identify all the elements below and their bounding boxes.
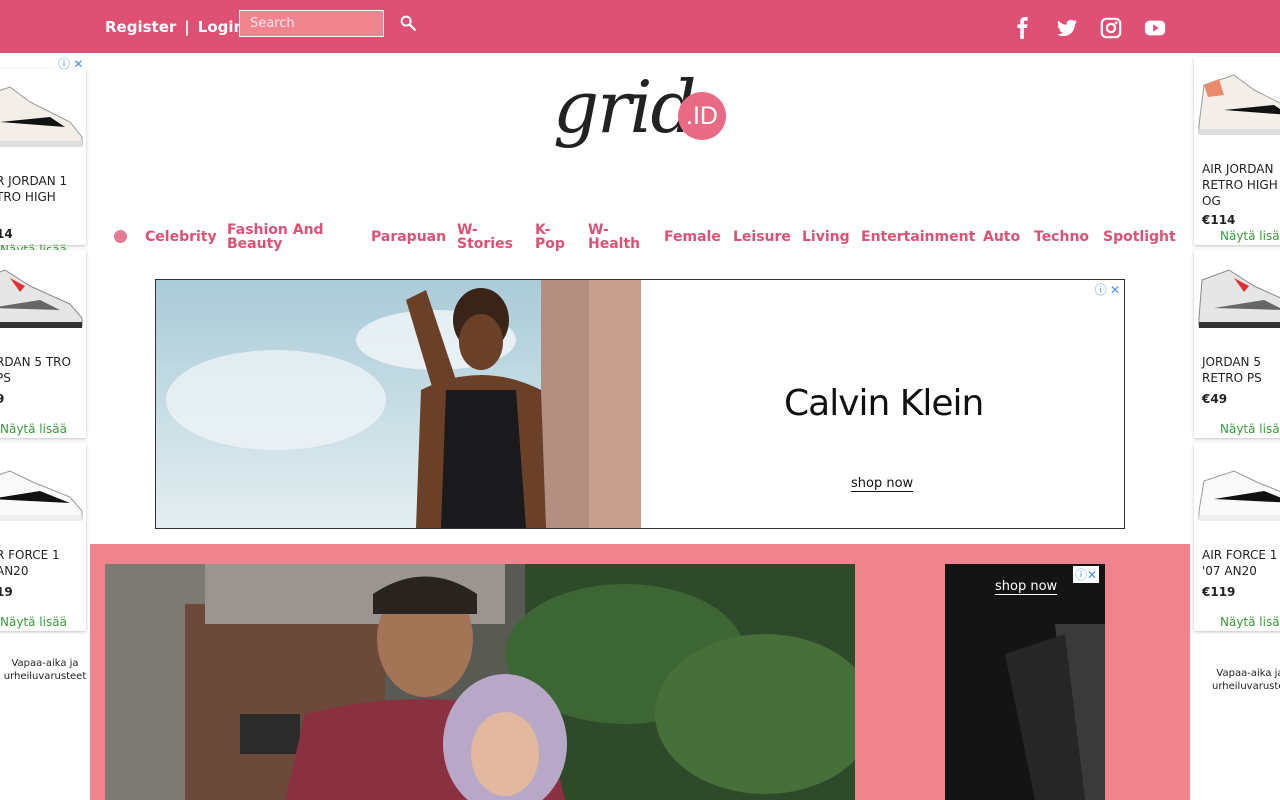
product-name: AIR FORCE 1 '07 AN20 <box>1202 548 1278 578</box>
product-name: RDAN 5 TRO PS <box>0 355 71 385</box>
nav-item-female[interactable]: Female <box>664 230 721 244</box>
product-card[interactable]: JORDAN 5 RETRO PS €49 Näytä lisää <box>1194 250 1280 438</box>
show-more-link[interactable]: Näytä lisää <box>0 422 67 436</box>
sneaker-image <box>0 86 83 147</box>
sneaker-image <box>1198 74 1280 135</box>
register-link[interactable]: Register <box>105 18 176 36</box>
twitter-icon[interactable] <box>1056 17 1078 39</box>
show-more-link[interactable]: Näytä lisää <box>1220 229 1280 243</box>
nav-item-techno[interactable]: Techno <box>1034 230 1089 244</box>
nav-item-w-stories[interactable]: W-Stories <box>457 223 513 251</box>
nav-item-fashion-and-beauty[interactable]: Fashion And Beauty <box>227 223 352 251</box>
youtube-icon[interactable] <box>1144 17 1166 39</box>
ad-photo <box>945 564 1105 800</box>
store-label: Vapaa-aika ja urheiluvarusteet <box>1212 668 1280 692</box>
product-price: 19 <box>0 585 13 599</box>
top-bar: Register | Login <box>0 0 1280 53</box>
search-input[interactable] <box>239 10 384 37</box>
sneaker-image <box>1198 470 1280 521</box>
sidebar-ad[interactable]: shop now ⓘ✕ <box>945 564 1105 800</box>
search-icon[interactable] <box>399 14 417 32</box>
shop-now-link[interactable]: shop now <box>851 476 914 492</box>
sneaker-image <box>0 269 83 328</box>
product-name: R FORCE 1 AN20 <box>0 548 60 578</box>
right-side-ad[interactable]: AIR JORDAN RETRO HIGH OG €114 Näytä lisä… <box>1190 53 1280 703</box>
nav-item-celebrity[interactable]: Celebrity <box>145 230 217 244</box>
auth-separator: | <box>184 18 190 36</box>
product-price: 14 <box>0 227 13 241</box>
ad-info-icon[interactable]: ⓘ✕ <box>1073 566 1100 583</box>
product-name: R JORDAN 1 TRO HIGH <box>0 174 68 204</box>
shop-now-link[interactable]: shop now <box>995 579 1058 595</box>
product-price: €49 <box>1202 392 1228 406</box>
nav-item-parapuan[interactable]: Parapuan <box>371 230 446 244</box>
product-name: JORDAN 5 RETRO PS <box>1202 355 1262 385</box>
product-price: 9 <box>0 392 5 406</box>
nav-item-living[interactable]: Living <box>802 230 850 244</box>
sneaker-image <box>0 470 83 521</box>
show-more-link[interactable]: Näytä lisää <box>1220 615 1280 629</box>
hero-photo <box>105 564 855 800</box>
product-card[interactable]: R FORCE 1 AN20 19 Näytä lisää <box>0 443 86 631</box>
product-price: €114 <box>1202 213 1236 227</box>
product-card[interactable]: AIR JORDAN RETRO HIGH OG €114 Näytä lisä… <box>1194 57 1280 245</box>
featured-article-image[interactable] <box>105 564 855 800</box>
nav-item-w-health[interactable]: W-Health <box>588 223 643 251</box>
nav-item-leisure[interactable]: Leisure <box>733 230 791 244</box>
sneaker-image <box>1198 269 1280 328</box>
ad-brand-name: Calvin Klein <box>784 383 984 424</box>
product-card[interactable]: RDAN 5 TRO PS 9 Näytä lisää <box>0 250 86 438</box>
nav-item-entertainment[interactable]: Entertainment <box>861 230 975 244</box>
nav-item-k-pop[interactable]: K-Pop <box>535 223 565 251</box>
site-logo[interactable]: grid .ID <box>553 65 728 190</box>
nav-item-spotlight[interactable]: Spotlight <box>1103 230 1176 244</box>
logo-wordmark: grid <box>553 65 697 149</box>
ad-photo <box>156 280 641 528</box>
facebook-icon[interactable] <box>1012 17 1034 39</box>
instagram-icon[interactable] <box>1100 17 1122 39</box>
product-card[interactable]: AIR FORCE 1 '07 AN20 €119 Näytä lisää <box>1194 443 1280 631</box>
left-side-ad[interactable]: ⓘ ✕ R JORDAN 1 TRO HIGH 14 Näytä lisää R… <box>0 53 90 703</box>
auth-links: Register | Login <box>105 18 244 36</box>
product-name: AIR JORDAN RETRO HIGH OG <box>1202 162 1278 208</box>
logo-badge: .ID <box>678 92 726 140</box>
banner-ad[interactable]: Calvin Klein shop now ⓘ ✕ <box>155 279 1125 529</box>
store-label: Vapaa-aika ja urheiluvarusteet <box>3 658 87 682</box>
nav-home-icon[interactable] <box>114 230 127 243</box>
show-more-link[interactable]: Näytä lisää <box>1220 422 1280 436</box>
show-more-link[interactable]: Näytä lisää <box>0 615 67 629</box>
product-price: €119 <box>1202 585 1236 599</box>
product-card[interactable]: R JORDAN 1 TRO HIGH 14 Näytä lisää <box>0 69 86 257</box>
nav-item-auto[interactable]: Auto <box>983 230 1020 244</box>
login-link[interactable]: Login <box>198 18 244 36</box>
ad-info-icon[interactable]: ⓘ ✕ <box>1095 281 1120 298</box>
